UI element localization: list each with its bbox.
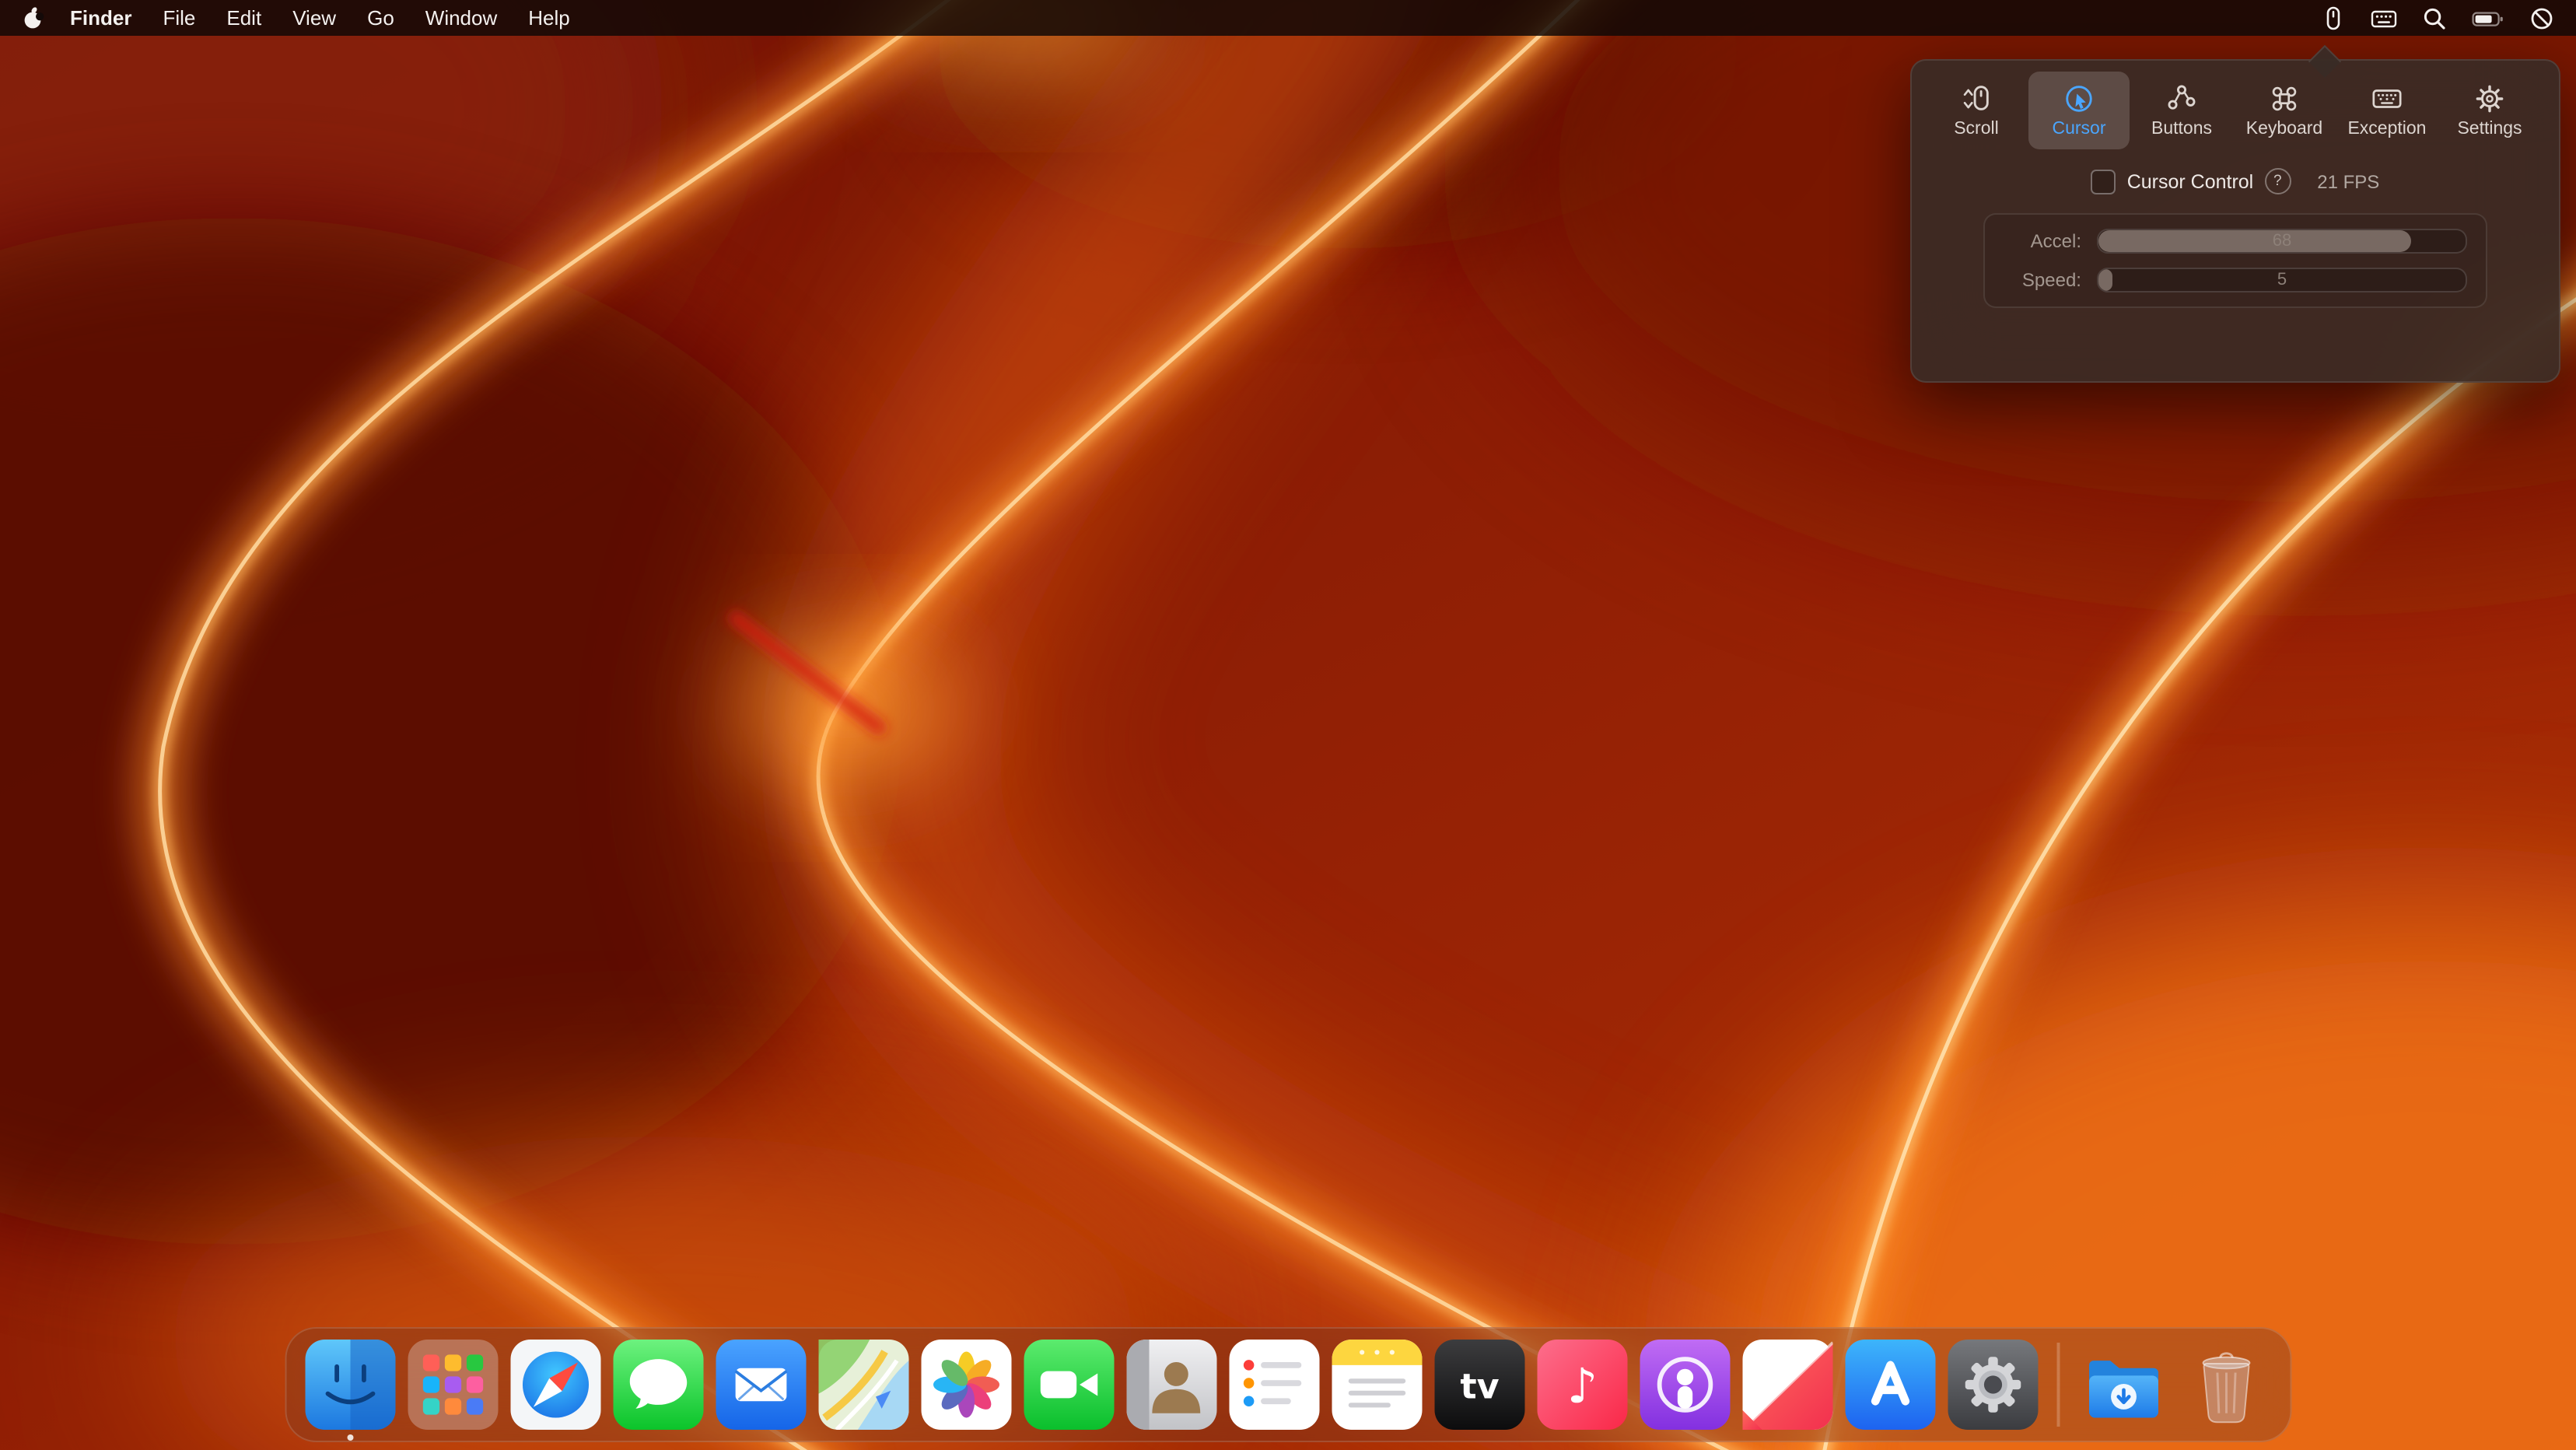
dock-mail-icon[interactable] — [716, 1340, 807, 1430]
menu-view[interactable]: View — [277, 6, 352, 30]
tab-label: Keyboard — [2246, 120, 2322, 138]
tab-exception[interactable]: Exception — [2336, 72, 2438, 149]
dock-divider — [2057, 1343, 2060, 1427]
accel-slider[interactable]: 68 — [2097, 229, 2467, 254]
dock-finder-icon[interactable] — [306, 1340, 396, 1430]
svg-text:♪: ♪ — [1567, 1358, 1598, 1414]
accel-value: 68 — [2098, 230, 2466, 252]
dock-tv-icon[interactable]: tv — [1435, 1340, 1525, 1430]
cursor-control-label: Cursor Control — [2127, 170, 2254, 192]
dock-system-settings-icon[interactable] — [1948, 1340, 2039, 1430]
tab-label: Scroll — [1954, 120, 1999, 138]
tab-label: Cursor — [2052, 120, 2105, 138]
dock-contacts-icon[interactable] — [1127, 1340, 1217, 1430]
spotlight-icon[interactable] — [2422, 5, 2447, 30]
input-source-icon[interactable] — [2371, 5, 2397, 30]
mouse-icon[interactable] — [2321, 5, 2346, 30]
dock-launchpad-icon[interactable] — [408, 1340, 499, 1430]
dock-notes-icon[interactable] — [1332, 1340, 1423, 1430]
dock-maps-icon[interactable] — [819, 1340, 909, 1430]
dock-reminders-icon[interactable] — [1230, 1340, 1320, 1430]
apple-menu[interactable] — [22, 5, 45, 30]
popover-tab-bar: Scroll Cursor Buttons — [1912, 61, 2559, 149]
gear-icon — [2473, 82, 2506, 115]
tab-label: Buttons — [2151, 120, 2212, 138]
scroll-mouse-icon — [1960, 82, 1993, 115]
apple-logo-icon — [22, 5, 45, 30]
tab-cursor[interactable]: Cursor — [2028, 72, 2130, 149]
menu-bar: Finder File Edit View Go Window Help — [0, 0, 2576, 36]
cursor-control-checkbox[interactable] — [2091, 169, 2116, 194]
mouse-utility-popover: Scroll Cursor Buttons — [1910, 59, 2560, 383]
tab-label: Settings — [2457, 120, 2522, 138]
dock-trash-icon[interactable] — [2181, 1340, 2271, 1430]
dock-facetime-icon[interactable] — [1024, 1340, 1115, 1430]
dock-music-icon[interactable]: ♪ — [1538, 1340, 1628, 1430]
dock-messages-icon[interactable] — [614, 1340, 704, 1430]
accel-row: Accel: 68 — [2004, 229, 2467, 254]
menu-file[interactable]: File — [147, 6, 211, 30]
menu-go[interactable]: Go — [352, 6, 410, 30]
dock-news-icon[interactable] — [1743, 1340, 1833, 1430]
battery-icon[interactable] — [2472, 5, 2504, 30]
active-app-name[interactable]: Finder — [54, 6, 147, 30]
circle-slash-icon[interactable] — [2529, 5, 2554, 30]
dock-app-store-icon[interactable] — [1846, 1340, 1936, 1430]
dock-podcasts-icon[interactable] — [1640, 1340, 1731, 1430]
accel-label: Accel: — [2004, 230, 2081, 252]
menu-edit[interactable]: Edit — [211, 6, 277, 30]
speed-label: Speed: — [2004, 269, 2081, 291]
desktop: Finder File Edit View Go Window Help — [0, 0, 2576, 1450]
dock: tv ♪ — [285, 1327, 2291, 1442]
svg-text:tv: tv — [1460, 1367, 1499, 1406]
tab-keyboard[interactable]: Keyboard — [2234, 72, 2335, 149]
dock-photos-icon[interactable] — [922, 1340, 1012, 1430]
fps-readout: 21 FPS — [2317, 170, 2379, 192]
keyboard-rect-icon — [2371, 82, 2403, 115]
speed-slider[interactable]: 5 — [2097, 268, 2467, 292]
menu-help[interactable]: Help — [513, 6, 586, 30]
menu-bar-status-area — [2321, 5, 2554, 30]
cursor-control-row: Cursor Control ? 21 FPS — [1912, 168, 2559, 194]
tab-buttons[interactable]: Buttons — [2131, 72, 2232, 149]
buttons-nodes-icon — [2165, 82, 2198, 115]
help-icon[interactable]: ? — [2264, 168, 2291, 194]
tab-settings[interactable]: Settings — [2439, 72, 2540, 149]
dock-safari-icon[interactable] — [511, 1340, 601, 1430]
cursor-click-icon — [2063, 82, 2095, 115]
cursor-settings-group: Accel: 68 Speed: 5 — [1983, 213, 2487, 308]
speed-value: 5 — [2098, 269, 2466, 291]
dock-downloads-icon[interactable] — [2078, 1340, 2168, 1430]
tab-label: Exception — [2347, 120, 2426, 138]
tab-scroll[interactable]: Scroll — [1926, 72, 2027, 149]
speed-row: Speed: 5 — [2004, 268, 2467, 292]
command-key-icon — [2268, 82, 2301, 115]
menu-window[interactable]: Window — [410, 6, 513, 30]
